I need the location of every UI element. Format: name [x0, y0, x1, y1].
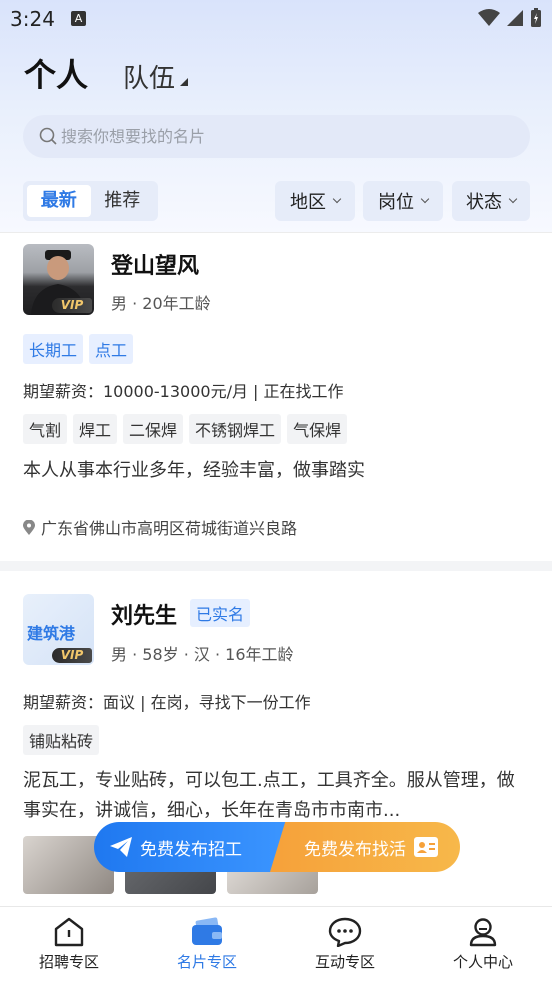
- avatar: 建筑港 VIP: [23, 594, 94, 665]
- signal-icon: [507, 10, 523, 26]
- chevron-down-icon: [420, 194, 430, 204]
- chevron-down-icon: [332, 194, 342, 204]
- verified-badge: 已实名: [190, 599, 251, 627]
- location-pin-icon: [23, 519, 35, 535]
- search-bar[interactable]: [23, 115, 530, 158]
- filter-position[interactable]: 岗位: [363, 181, 443, 221]
- floating-actions: 免费发布招工 免费发布找活: [94, 822, 460, 872]
- job-type-tags: 长期工 点工: [23, 334, 134, 364]
- skill-tag: 二保焊: [123, 414, 184, 444]
- tab-latest[interactable]: 最新: [27, 185, 91, 217]
- post-job-seeking-label: 免费发布找活: [304, 839, 406, 860]
- status-time: 3:24: [10, 7, 55, 31]
- nav-profile[interactable]: 个人中心: [414, 907, 552, 983]
- address: 广东省佛山市高明区荷城街道兴良路: [23, 515, 297, 539]
- filter-status-label: 状态: [466, 192, 502, 213]
- page-title: 个人: [24, 56, 89, 94]
- filter-status[interactable]: 状态: [452, 181, 530, 221]
- salary-status: 期望薪资：10000-13000元/月 | 正在找工作: [23, 382, 344, 401]
- company-logo: 建筑港: [27, 624, 76, 643]
- filter-region[interactable]: 地区: [275, 181, 355, 221]
- post-recruitment-label: 免费发布招工: [140, 839, 242, 860]
- nav-profile-label: 个人中心: [452, 953, 513, 971]
- profile-meta: 男 · 20年工龄: [111, 294, 211, 313]
- id-card-icon: [414, 837, 438, 857]
- paper-plane-icon: [110, 837, 132, 857]
- filter-position-label: 岗位: [378, 192, 414, 213]
- chat-bubble-icon: [328, 917, 362, 947]
- notification-a-icon: A: [71, 11, 86, 26]
- profile-name: 登山望风: [111, 254, 200, 279]
- search-input[interactable]: [61, 115, 481, 158]
- address-text: 广东省佛山市高明区荷城街道兴良路: [41, 519, 298, 538]
- nav-interaction-label: 互动专区: [314, 953, 375, 971]
- skill-tag: 气割: [23, 414, 68, 444]
- status-bar: 3:24 A: [0, 0, 552, 38]
- vip-badge: VIP: [52, 648, 92, 663]
- caret-icon: [180, 78, 188, 86]
- house-icon: [54, 917, 84, 947]
- vip-badge: VIP: [52, 298, 92, 313]
- user-icon: [469, 918, 497, 947]
- filter-region-label: 地区: [290, 192, 326, 213]
- profile-description: 泥瓦工，专业贴砖，可以包工.点工，工具齐全。服从管理，做事实在，讲诚信，细心，长…: [23, 770, 515, 821]
- chevron-down-icon: [508, 194, 518, 204]
- wallet-card-icon: [192, 917, 222, 945]
- skill-tag: 铺贴粘砖: [23, 725, 100, 755]
- profile-name: 刘先生: [111, 604, 178, 629]
- search-icon: [39, 127, 57, 145]
- nav-recruitment[interactable]: 招聘专区: [0, 907, 138, 983]
- wifi-icon: [478, 9, 500, 26]
- battery-icon: [531, 8, 541, 27]
- team-switch[interactable]: 队伍: [123, 58, 175, 95]
- profile-meta: 男 · 58岁 · 汉 · 16年工龄: [111, 645, 294, 664]
- card-separator: [0, 561, 552, 571]
- nav-interaction[interactable]: 互动专区: [276, 907, 414, 983]
- sort-tabs: 最新 推荐: [23, 181, 158, 221]
- skill-tags: 气割 焊工 二保焊 不锈钢焊工 气保焊: [23, 414, 348, 444]
- skill-tag: 不锈钢焊工: [189, 414, 282, 444]
- nav-business-cards-label: 名片专区: [176, 953, 237, 971]
- profile-card[interactable]: VIP 登山望风 男 · 20年工龄 长期工 点工 期望薪资：10000-130…: [0, 233, 552, 560]
- job-type-tag: 点工: [89, 334, 134, 364]
- post-recruitment-button[interactable]: 免费发布招工: [94, 822, 286, 872]
- bottom-nav: 招聘专区 名片专区 互动专区 个人中心: [0, 906, 552, 983]
- nav-business-cards[interactable]: 名片专区: [138, 907, 276, 983]
- skill-tag: 气保焊: [287, 414, 348, 444]
- skill-tag: 焊工: [73, 414, 118, 444]
- job-type-tag: 长期工: [23, 334, 84, 364]
- tab-recommended[interactable]: 推荐: [91, 185, 155, 217]
- profile-description: 本人从事本行业多年，经验丰富，做事踏实: [23, 460, 365, 481]
- nav-recruitment-label: 招聘专区: [38, 953, 99, 971]
- salary-status: 期望薪资：面议 | 在岗，寻找下一份工作: [23, 693, 311, 712]
- status-icons: [478, 8, 542, 28]
- avatar: VIP: [23, 244, 94, 315]
- skill-tags: 铺贴粘砖: [23, 725, 100, 755]
- post-job-seeking-button[interactable]: 免费发布找活: [270, 822, 460, 872]
